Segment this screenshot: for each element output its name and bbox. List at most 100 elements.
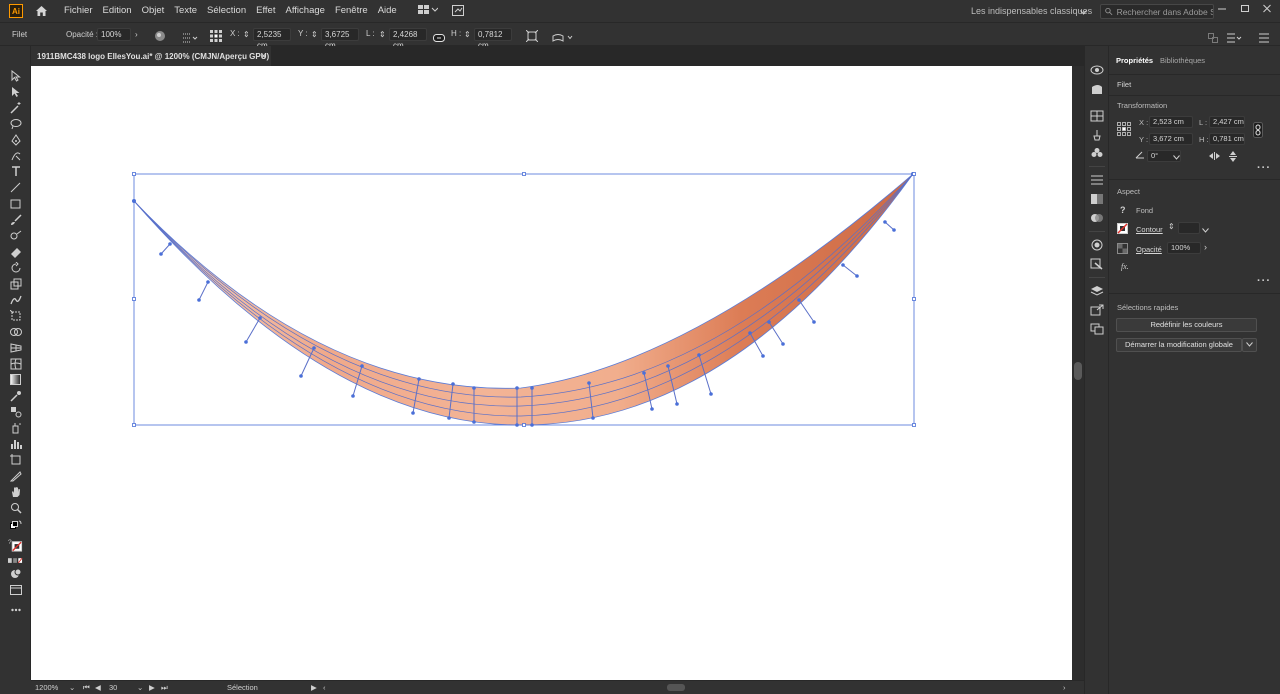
menu-fenetre[interactable]: Fenêtre [330, 0, 373, 22]
screen-mode-icon[interactable] [8, 583, 23, 596]
artboard-number-field[interactable]: 30 [109, 681, 117, 694]
free-transform-tool-icon[interactable] [8, 309, 23, 322]
search-stock-input[interactable]: Rechercher dans Adobe Stock [1100, 4, 1214, 19]
recolor-artwork-button[interactable]: Redéfinir les couleurs [1116, 318, 1257, 332]
last-artboard-icon[interactable]: ⏭ [161, 681, 168, 694]
previous-artboard-icon[interactable]: ◀ [95, 681, 101, 694]
drawing-mode-icon[interactable] [8, 567, 23, 580]
stroke-panel-icon[interactable] [1090, 174, 1104, 186]
control-opacity-field[interactable]: 100% [97, 28, 131, 41]
flip-vertical-icon[interactable] [1229, 151, 1237, 164]
chevron-down-icon[interactable]: ⌄ [137, 681, 143, 694]
artboard[interactable] [31, 66, 1072, 680]
prop-opacity-field[interactable]: 100% [1167, 242, 1201, 254]
transparency-panel-icon[interactable] [1090, 212, 1104, 224]
global-edit-options-button[interactable] [1242, 338, 1257, 352]
tab-properties[interactable]: Propriétés [1116, 56, 1153, 65]
menu-affichage[interactable]: Affichage [280, 0, 329, 22]
properties-panel-icon[interactable] [1090, 64, 1104, 76]
vertical-scrollbar[interactable] [1072, 66, 1084, 680]
close-tab-icon[interactable]: × [261, 51, 266, 61]
color-mode-icon[interactable] [8, 554, 23, 567]
magic-wand-tool-icon[interactable] [8, 101, 23, 114]
menu-edition[interactable]: Edition [98, 0, 137, 22]
warp-tool-icon[interactable] [8, 293, 23, 306]
control-w-field[interactable]: 2,4268 cm [389, 28, 427, 50]
tab-libraries[interactable]: Bibliothèques [1160, 56, 1205, 65]
next-artboard-icon[interactable]: ▶ [149, 681, 155, 694]
chevron-right-icon[interactable]: › [1204, 242, 1207, 252]
brushes-panel-icon[interactable] [1090, 129, 1104, 141]
h-stepper-icon[interactable]: ⇕ [464, 23, 471, 46]
menu-fichier[interactable]: Fichier [59, 0, 98, 22]
opacity-label-link[interactable]: Opacité [1136, 245, 1162, 254]
line-tool-icon[interactable] [8, 181, 23, 194]
menu-effet[interactable]: Effet [251, 0, 280, 22]
chevron-down-icon[interactable] [1202, 225, 1209, 235]
scroll-right-icon[interactable]: › [1063, 681, 1066, 694]
fill-none-icon[interactable]: ? [1120, 205, 1126, 215]
chevron-right-icon[interactable]: › [135, 23, 138, 46]
edit-toolbar-icon[interactable] [8, 603, 23, 616]
stroke-weight-stepper-icon[interactable]: ⇕ [1168, 222, 1175, 231]
slice-tool-icon[interactable] [8, 469, 23, 482]
vertical-scroll-thumb[interactable] [1074, 362, 1082, 380]
lasso-tool-icon[interactable] [8, 117, 23, 130]
curvature-tool-icon[interactable] [8, 149, 23, 162]
type-tool-icon[interactable] [8, 165, 23, 178]
arrange-documents-icon[interactable] [417, 5, 439, 17]
menu-objet[interactable]: Objet [137, 0, 170, 22]
first-artboard-icon[interactable]: ⏮ [83, 681, 90, 694]
home-icon[interactable] [33, 4, 49, 18]
close-window-icon[interactable] [1262, 3, 1272, 16]
rectangle-tool-icon[interactable] [8, 197, 23, 210]
artboard-tool-icon[interactable] [8, 453, 23, 466]
prop-h-field[interactable]: 0,781 cm [1209, 133, 1245, 145]
chevron-down-icon[interactable] [1080, 7, 1087, 17]
direct-selection-tool-icon[interactable] [8, 85, 23, 98]
paintbrush-tool-icon[interactable] [8, 213, 23, 226]
y-stepper-icon[interactable]: ⇕ [311, 23, 318, 46]
menu-aide[interactable]: Aide [373, 0, 402, 22]
start-global-edit-button[interactable]: Démarrer la modification globale [1116, 338, 1242, 352]
symbols-panel-icon[interactable] [1090, 147, 1104, 159]
swatches-panel-icon[interactable] [1090, 110, 1104, 122]
flip-horizontal-icon[interactable] [1209, 152, 1220, 162]
selection-tool-icon[interactable] [8, 69, 23, 82]
zoom-level-field[interactable]: 1200% [35, 681, 58, 694]
control-h-field[interactable]: 0,7812 cm [474, 28, 512, 50]
prop-x-field[interactable]: 2,523 cm [1149, 116, 1193, 128]
horizontal-scroll-thumb[interactable] [667, 684, 685, 691]
shaper-tool-icon[interactable] [8, 229, 23, 242]
artboards-panel-icon[interactable] [1090, 323, 1104, 335]
gradient-panel-icon[interactable] [1090, 193, 1104, 205]
perspective-grid-tool-icon[interactable] [8, 341, 23, 354]
constrain-proportions-icon[interactable] [1253, 122, 1263, 140]
minimize-icon[interactable] [1217, 3, 1227, 16]
shape-builder-tool-icon[interactable] [8, 325, 23, 338]
scale-tool-icon[interactable] [8, 277, 23, 290]
appearance-more-options-icon[interactable]: ··· [1257, 275, 1271, 287]
status-menu-icon[interactable]: ▶ [311, 681, 317, 694]
eraser-tool-icon[interactable] [8, 245, 23, 258]
asset-export-panel-icon[interactable] [1090, 304, 1104, 316]
control-x-field[interactable]: 2,5235 cm [253, 28, 291, 50]
mesh-object[interactable] [133, 173, 914, 426]
workspace-switcher[interactable]: Les indispensables classiques [971, 0, 1092, 22]
stroke-swatch-icon[interactable] [1117, 223, 1128, 236]
stroke-weight-field[interactable] [1178, 222, 1200, 234]
prop-w-field[interactable]: 2,427 cm [1209, 116, 1245, 128]
chevron-down-icon[interactable] [1173, 152, 1180, 162]
libraries-panel-icon[interactable] [1090, 83, 1104, 95]
control-y-field[interactable]: 3,6725 cm [321, 28, 359, 50]
menu-selection[interactable]: Sélection [202, 0, 251, 22]
appearance-panel-icon[interactable] [1090, 239, 1104, 251]
eyedropper-tool-icon[interactable] [8, 389, 23, 402]
menu-texte[interactable]: Texte [169, 0, 202, 22]
stroke-label-link[interactable]: Contour [1136, 225, 1163, 234]
document-tab[interactable]: 1911BMC438 logo EllesYou.ai* @ 1200% (CM… [31, 46, 271, 66]
publish-icon[interactable] [451, 4, 464, 18]
layers-panel-icon[interactable] [1090, 285, 1104, 297]
fill-stroke-swatch-icon[interactable]: ? [8, 536, 23, 554]
mesh-tool-icon[interactable] [8, 357, 23, 370]
